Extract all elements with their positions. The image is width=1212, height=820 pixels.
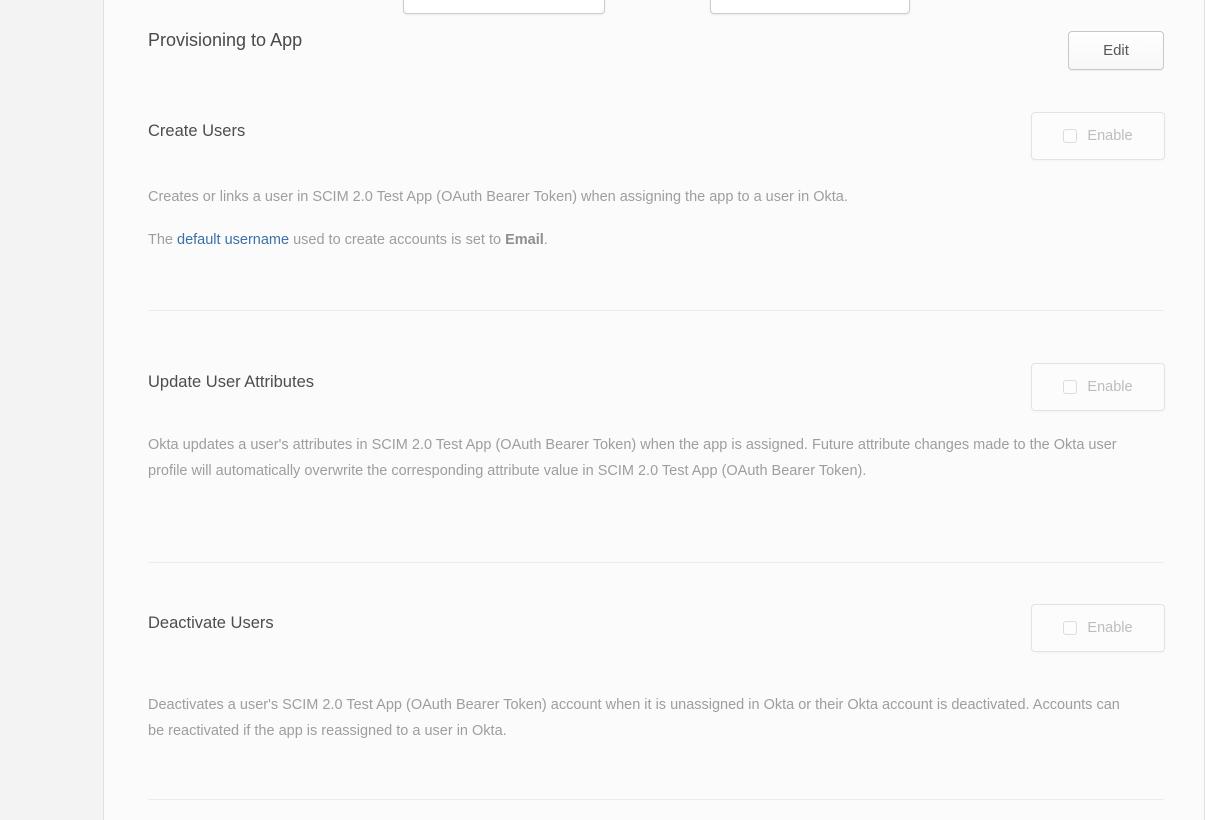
enable-label: Enable xyxy=(1087,128,1132,144)
username-value: Email xyxy=(505,232,544,248)
update-user-attributes-enable-toggle[interactable]: Enable xyxy=(1031,363,1165,411)
enable-checkbox[interactable] xyxy=(1063,129,1077,143)
page-title: Provisioning to App xyxy=(148,30,302,51)
default-username-link[interactable]: default username xyxy=(177,232,289,248)
section-divider xyxy=(148,562,1164,563)
update-user-attributes-description: Okta updates a user's attributes in SCIM… xyxy=(148,432,1156,484)
username-line-prefix: The xyxy=(148,232,177,248)
section-heading-deactivate-users: Deactivate Users xyxy=(148,614,274,633)
create-users-description: Creates or links a user in SCIM 2.0 Test… xyxy=(148,184,1068,210)
left-sidebar xyxy=(0,0,104,820)
partial-input-field[interactable] xyxy=(710,0,910,14)
username-line-suffix: . xyxy=(544,232,548,248)
section-divider xyxy=(148,310,1164,311)
enable-label: Enable xyxy=(1087,620,1132,636)
provisioning-settings-panel: Provisioning to App Edit Create Users En… xyxy=(104,0,1205,820)
deactivate-users-enable-toggle[interactable]: Enable xyxy=(1031,604,1165,652)
section-heading-create-users: Create Users xyxy=(148,122,245,141)
username-line-middle: used to create accounts is set to xyxy=(289,232,505,248)
enable-label: Enable xyxy=(1087,379,1132,395)
create-users-enable-toggle[interactable]: Enable xyxy=(1031,112,1165,160)
section-divider xyxy=(148,799,1164,800)
edit-button[interactable]: Edit xyxy=(1068,31,1164,70)
enable-checkbox[interactable] xyxy=(1063,380,1077,394)
partial-input-field[interactable] xyxy=(403,0,605,14)
default-username-line: The default username used to create acco… xyxy=(148,227,1068,253)
enable-checkbox[interactable] xyxy=(1063,621,1077,635)
deactivate-users-description: Deactivates a user's SCIM 2.0 Test App (… xyxy=(148,692,1123,744)
section-heading-update-user-attributes: Update User Attributes xyxy=(148,373,314,392)
